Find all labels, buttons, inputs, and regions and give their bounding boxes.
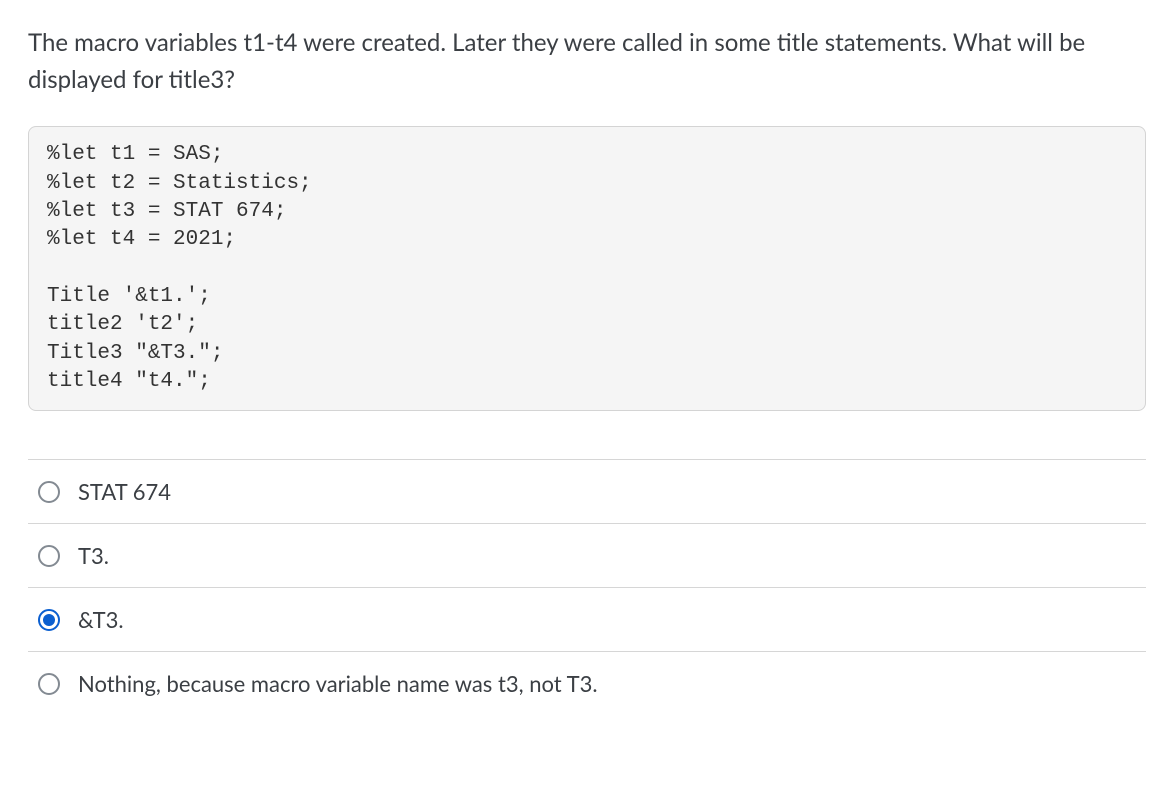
option-2[interactable]: &T3. bbox=[28, 588, 1146, 652]
radio-icon bbox=[38, 673, 60, 695]
options-list: STAT 674 T3. &T3. Nothing, because macro… bbox=[28, 459, 1146, 715]
question-text: The macro variables t1-t4 were created. … bbox=[28, 24, 1146, 98]
option-3[interactable]: Nothing, because macro variable name was… bbox=[28, 652, 1146, 715]
option-1[interactable]: T3. bbox=[28, 524, 1146, 588]
option-label: &T3. bbox=[78, 606, 124, 633]
option-label: T3. bbox=[78, 542, 109, 569]
option-label: STAT 674 bbox=[78, 478, 171, 505]
option-0[interactable]: STAT 674 bbox=[28, 459, 1146, 524]
code-block: %let t1 = SAS; %let t2 = Statistics; %le… bbox=[28, 126, 1146, 411]
option-label: Nothing, because macro variable name was… bbox=[78, 670, 598, 697]
radio-icon bbox=[38, 481, 60, 503]
radio-icon bbox=[38, 609, 60, 631]
radio-icon bbox=[38, 545, 60, 567]
